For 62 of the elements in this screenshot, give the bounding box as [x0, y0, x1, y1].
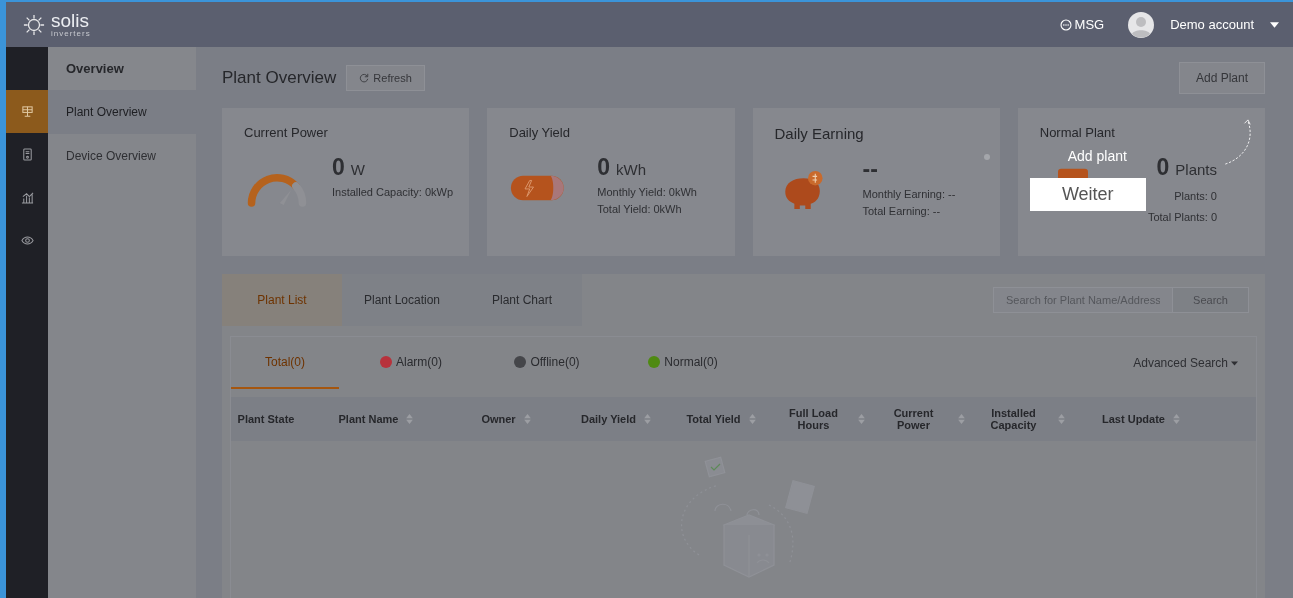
status-filter[interactable]: Offline(0) — [483, 337, 611, 389]
card-detail: Monthly Yield: 0kWh — [597, 186, 697, 198]
sidebar-item[interactable]: Device Overview — [48, 134, 196, 178]
sort-icon[interactable] — [857, 414, 865, 424]
solar-panel-icon[interactable] — [6, 90, 48, 133]
sort-icon[interactable] — [748, 414, 756, 424]
refresh-button[interactable]: Refresh — [346, 65, 425, 91]
card-value: 0 — [332, 154, 345, 181]
brand-tagline: inverters — [51, 30, 91, 38]
card-detail: Total Yield: 0kWh — [597, 203, 682, 215]
column-header[interactable]: Owner — [481, 413, 516, 425]
card-title: Current Power — [244, 125, 328, 140]
plant-icon — [1055, 168, 1090, 178]
card-detail: Total Earning: -- — [862, 205, 941, 217]
tour-title: Add plant — [1067, 148, 1127, 164]
card-unit: Plants — [1175, 161, 1217, 178]
card-unit: kWh — [616, 161, 647, 178]
column-header[interactable]: Daily Yield — [581, 413, 636, 425]
next-button[interactable]: Weiter — [1029, 178, 1146, 211]
card-detail: Plants: 0 — [1174, 190, 1217, 202]
status-filter[interactable]: Alarm(0) — [347, 337, 475, 389]
sidebar-item[interactable]: Plant Overview — [48, 90, 196, 134]
messages-button[interactable]: MSG — [1059, 17, 1105, 32]
status-filter[interactable]: Total(0) — [231, 337, 339, 389]
add-plant-button[interactable]: Add Plant — [1178, 62, 1265, 94]
column-header[interactable]: Total Yield — [686, 413, 741, 425]
sort-icon[interactable] — [1057, 414, 1065, 424]
column-header[interactable]: Plant State — [237, 413, 295, 425]
sort-icon[interactable] — [644, 414, 651, 424]
caret-icon[interactable] — [1270, 21, 1279, 28]
column-header[interactable]: Current Power — [877, 407, 950, 431]
page-title: Plant Overview — [222, 68, 337, 88]
indicator-dot — [983, 154, 990, 160]
card-detail: Installed Capacity: 0kWp — [332, 186, 454, 198]
card-title: Daily Earning — [774, 125, 864, 142]
advanced-search-button[interactable]: Advanced Search — [1127, 355, 1244, 371]
caret-icon[interactable] — [1231, 360, 1238, 366]
sort-icon[interactable] — [406, 414, 414, 424]
column-header[interactable]: Full Load Hours — [777, 407, 850, 431]
account-menu[interactable]: Demo account — [1170, 17, 1254, 32]
chat-icon[interactable] — [1059, 18, 1072, 31]
column-header[interactable]: Plant Name — [338, 413, 399, 425]
card-value: 0 — [597, 154, 611, 181]
column-header[interactable]: Last Update — [1102, 413, 1165, 425]
avatar-icon[interactable] — [1128, 11, 1155, 38]
card-unit: W — [350, 161, 365, 178]
card-detail: Total Plants: 0 — [1147, 211, 1217, 223]
refresh-icon[interactable] — [359, 73, 370, 83]
card-value: 0 — [1156, 154, 1170, 181]
column-header[interactable]: Installed Capacity — [977, 407, 1050, 431]
card-title: Daily Yield — [509, 125, 570, 140]
sort-icon[interactable] — [1173, 414, 1180, 424]
tab[interactable]: Plant List — [222, 274, 342, 326]
status-filter[interactable]: Normal(0) — [619, 337, 747, 389]
tab[interactable]: Plant Chart — [462, 274, 582, 326]
tab[interactable]: Plant Location — [342, 274, 462, 326]
card-value: -- — [862, 156, 878, 183]
card-detail: Monthly Earning: -- — [862, 188, 956, 200]
sort-icon[interactable] — [523, 414, 531, 424]
brand-name: solis — [51, 11, 90, 30]
sort-icon[interactable] — [957, 414, 965, 424]
card-title: Normal Plant — [1039, 125, 1115, 140]
